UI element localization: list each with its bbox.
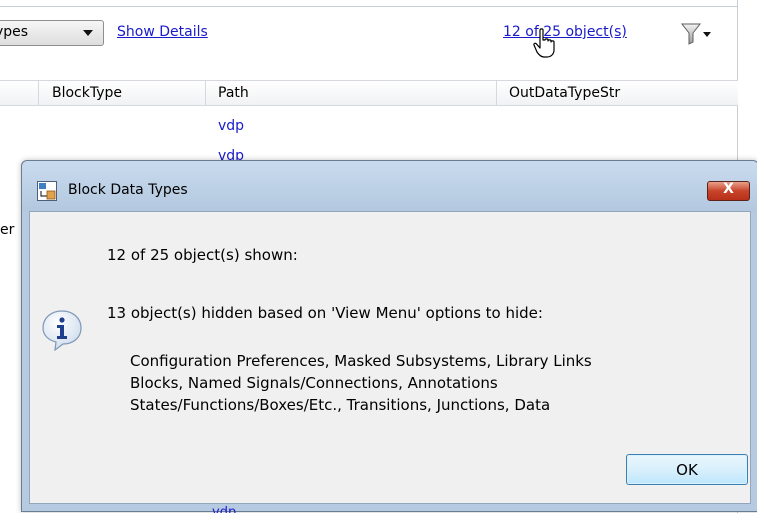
close-icon: X	[723, 181, 734, 197]
chevron-down-icon	[83, 30, 93, 36]
shown-count-text: 12 of 25 object(s) shown:	[107, 246, 298, 264]
close-button[interactable]: X	[707, 181, 750, 201]
grid-cell-clipped: vdp	[212, 505, 237, 513]
grid-header: BlockType Path OutDataTypeStr	[0, 80, 738, 106]
block-types-dropdown-value: ypes	[0, 24, 29, 40]
simulink-icon	[37, 181, 57, 201]
explorer-toolbar: ypes Show Details 12 of 25 object(s)	[0, 0, 757, 513]
dialog-titlebar[interactable]: Block Data Types X	[22, 161, 757, 211]
hidden-count-text: 13 object(s) hidden based on 'View Menu'…	[107, 304, 543, 322]
object-count-link[interactable]: 12 of 25 object(s)	[503, 24, 627, 40]
grid-cell-clipped: er	[0, 222, 15, 238]
column-header-path[interactable]: Path	[218, 85, 249, 101]
information-icon	[42, 310, 82, 351]
ok-button-label: OK	[676, 461, 698, 479]
dialog-body: 12 of 25 object(s) shown: 13 object(s) h…	[29, 211, 751, 504]
block-types-dropdown[interactable]: ypes	[0, 20, 104, 46]
hidden-option-line: Configuration Preferences, Masked Subsys…	[130, 352, 592, 370]
hand-pointer-icon	[533, 28, 555, 58]
show-details-link[interactable]: Show Details	[117, 24, 208, 40]
toolbar-divider	[0, 6, 738, 7]
column-header-blocktype[interactable]: BlockType	[52, 85, 122, 101]
grid-cell-path[interactable]: vdp	[218, 118, 244, 134]
column-header-outdatatypestr[interactable]: OutDataTypeStr	[509, 85, 620, 101]
dialog-title: Block Data Types	[68, 182, 188, 198]
column-separator[interactable]	[205, 81, 206, 106]
hidden-option-line: States/Functions/Boxes/Etc., Transitions…	[130, 396, 551, 414]
filter-dropdown-icon[interactable]	[680, 22, 714, 46]
column-separator[interactable]	[38, 81, 39, 106]
hidden-option-line: Blocks, Named Signals/Connections, Annot…	[130, 374, 498, 392]
block-data-types-dialog: Block Data Types X 12 of 25 object(s) sh…	[21, 160, 757, 512]
column-separator[interactable]	[496, 81, 497, 106]
ok-button[interactable]: OK	[626, 454, 748, 485]
